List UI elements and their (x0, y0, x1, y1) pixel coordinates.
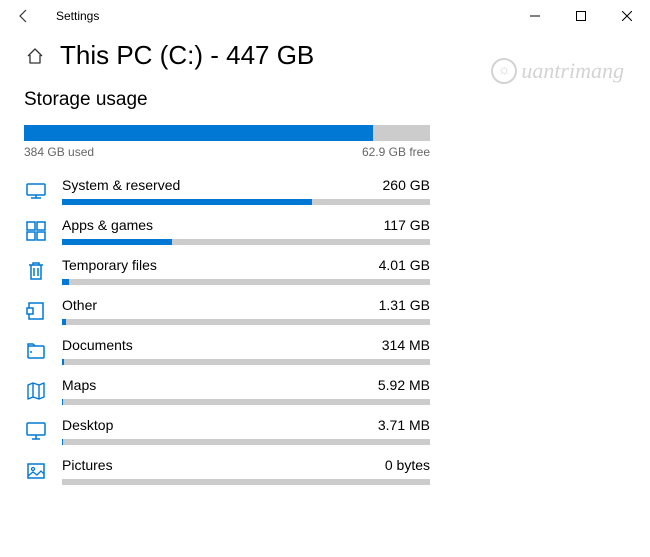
home-icon[interactable] (24, 45, 46, 67)
category-label: Temporary files (62, 257, 157, 273)
category-body: Pictures 0 bytes (62, 457, 430, 485)
storage-category[interactable]: Temporary files 4.01 GB (24, 249, 430, 289)
category-body: Maps 5.92 MB (62, 377, 430, 405)
storage-category[interactable]: Apps & games 117 GB (24, 209, 430, 249)
category-size: 117 GB (384, 217, 430, 233)
category-label: System & reserved (62, 177, 180, 193)
category-fill (62, 279, 69, 285)
maximize-button[interactable] (558, 0, 604, 32)
category-fill (62, 319, 66, 325)
category-label: Maps (62, 377, 96, 393)
page-header: This PC (C:) - 447 GB (0, 32, 650, 71)
storage-category[interactable]: Documents 314 MB (24, 329, 430, 369)
apps-icon (24, 219, 48, 243)
system-icon (24, 179, 48, 203)
overall-storage-fill (24, 125, 373, 141)
trash-icon (24, 259, 48, 283)
desktop-icon (24, 419, 48, 443)
overall-labels: 384 GB used 62.9 GB free (24, 145, 430, 159)
category-bar (62, 359, 430, 365)
section-title: Storage usage (24, 89, 430, 111)
back-button[interactable] (8, 0, 40, 32)
free-label: 62.9 GB free (362, 145, 430, 159)
category-label: Documents (62, 337, 133, 353)
minimize-button[interactable] (512, 0, 558, 32)
storage-category[interactable]: Desktop 3.71 MB (24, 409, 430, 449)
storage-category[interactable]: Other 1.31 GB (24, 289, 430, 329)
storage-category[interactable]: System & reserved 260 GB (24, 169, 430, 209)
category-fill (62, 359, 64, 365)
other-icon (24, 299, 48, 323)
storage-category[interactable]: Maps 5.92 MB (24, 369, 430, 409)
category-bar (62, 479, 430, 485)
category-body: Apps & games 117 GB (62, 217, 430, 245)
category-body: System & reserved 260 GB (62, 177, 430, 205)
page-title: This PC (C:) - 447 GB (60, 40, 314, 71)
window-controls (512, 0, 650, 32)
titlebar: Settings (0, 0, 650, 32)
category-label: Desktop (62, 417, 113, 433)
category-size: 260 GB (383, 177, 430, 193)
category-fill (62, 199, 312, 205)
category-bar (62, 199, 430, 205)
category-size: 0 bytes (385, 457, 430, 473)
category-label: Apps & games (62, 217, 153, 233)
category-size: 3.71 MB (378, 417, 430, 433)
category-fill (62, 399, 63, 405)
overall-storage-bar (24, 125, 430, 141)
category-fill (62, 439, 63, 445)
used-label: 384 GB used (24, 145, 94, 159)
category-body: Documents 314 MB (62, 337, 430, 365)
category-bar (62, 239, 430, 245)
category-label: Other (62, 297, 97, 313)
documents-icon (24, 339, 48, 363)
maps-icon (24, 379, 48, 403)
category-size: 1.31 GB (379, 297, 430, 313)
close-button[interactable] (604, 0, 650, 32)
content: Storage usage 384 GB used 62.9 GB free S… (0, 71, 430, 489)
category-bar (62, 319, 430, 325)
pictures-icon (24, 459, 48, 483)
category-size: 5.92 MB (378, 377, 430, 393)
category-body: Temporary files 4.01 GB (62, 257, 430, 285)
category-size: 314 MB (382, 337, 430, 353)
category-body: Other 1.31 GB (62, 297, 430, 325)
category-bar (62, 439, 430, 445)
category-fill (62, 239, 172, 245)
category-bar (62, 279, 430, 285)
category-size: 4.01 GB (379, 257, 430, 273)
category-bar (62, 399, 430, 405)
window-title: Settings (56, 9, 99, 23)
category-body: Desktop 3.71 MB (62, 417, 430, 445)
storage-category[interactable]: Pictures 0 bytes (24, 449, 430, 489)
category-label: Pictures (62, 457, 113, 473)
